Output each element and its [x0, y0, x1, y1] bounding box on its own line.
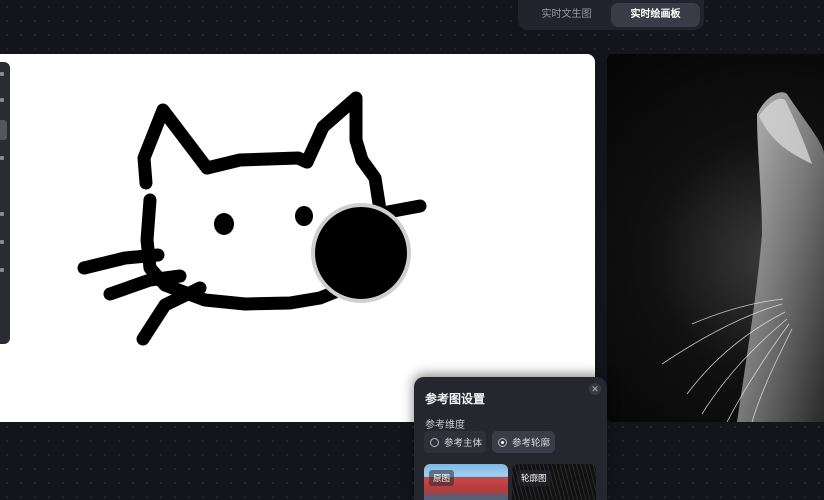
reference-dimension-label: 参考维度 — [425, 420, 465, 431]
cat-sketch — [77, 91, 427, 346]
option-label: 参考主体 — [444, 438, 483, 449]
sketch-whisker-3 — [136, 281, 207, 346]
tool-icon[interactable] — [0, 268, 4, 272]
option-label: 参考轮廓 — [512, 438, 551, 449]
option-reference-outline[interactable]: 参考轮廓 — [492, 431, 555, 453]
active-tool-indicator[interactable] — [0, 120, 7, 140]
tool-icon[interactable] — [0, 72, 4, 76]
generated-image-preview — [607, 54, 824, 422]
sketch-left-ear — [137, 103, 214, 190]
radio-checked-icon — [498, 437, 507, 447]
sketch-right-ear — [300, 91, 369, 169]
tool-icon[interactable] — [0, 212, 4, 216]
tool-icon[interactable] — [0, 98, 4, 102]
sketch-whisker-right — [381, 199, 427, 219]
sketch-left-eye — [214, 213, 234, 235]
tab-realtime-drawing-board[interactable]: 实时绘画板 — [611, 3, 700, 27]
thumbnail-label: 原图 — [429, 470, 455, 486]
reference-settings-panel: 参考图设置 ✕ 参考维度 参考主体 参考轮廓 原图 轮廓图 — [414, 377, 607, 500]
tab-realtime-text-to-image[interactable]: 实时文生图 — [522, 3, 611, 27]
tool-icon[interactable] — [0, 240, 4, 244]
radio-unchecked-icon — [430, 437, 439, 447]
drawing-canvas[interactable] — [0, 54, 595, 422]
close-icon[interactable]: ✕ — [589, 383, 601, 395]
panel-title: 参考图设置 — [425, 392, 486, 406]
tool-icon[interactable] — [0, 156, 4, 160]
tool-strip — [0, 62, 10, 344]
cat-photo-illustration — [661, 92, 824, 422]
sketch-head-right — [355, 153, 387, 217]
original-image-thumbnail[interactable]: 原图 — [424, 464, 508, 500]
option-reference-subject[interactable]: 参考主体 — [424, 431, 486, 453]
brush-cursor — [311, 203, 411, 303]
outline-image-thumbnail[interactable]: 轮廓图 — [512, 464, 596, 500]
mode-switcher: 实时文生图 实时绘画板 — [518, 0, 704, 30]
sketch-right-eye — [295, 206, 313, 226]
sketch-head-top — [200, 151, 314, 175]
thumbnail-label: 轮廓图 — [517, 470, 551, 486]
